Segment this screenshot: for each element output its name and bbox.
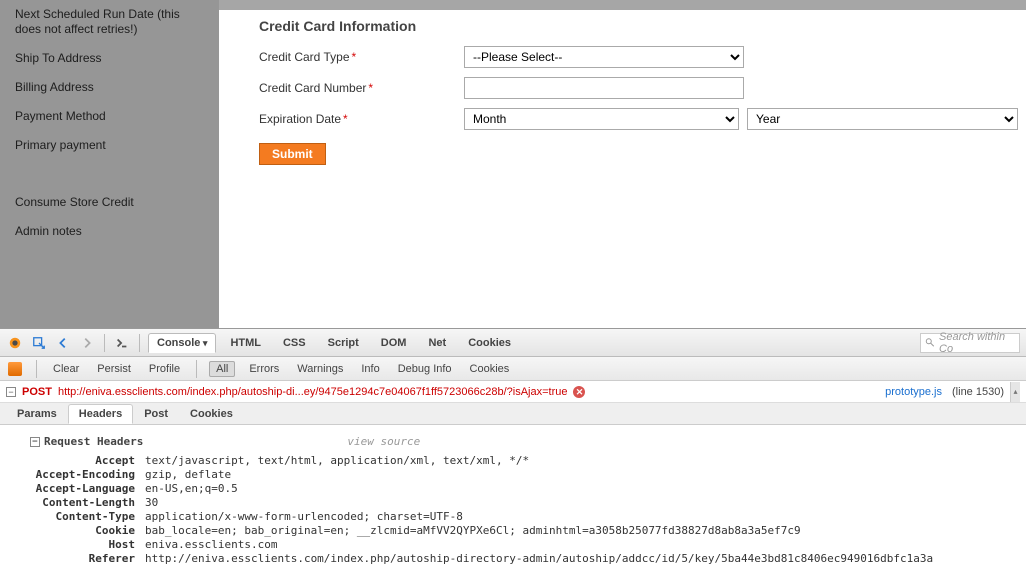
modal-dim-bar [219, 0, 1026, 10]
subtab-headers[interactable]: Headers [68, 404, 133, 424]
main-panel: Credit Card Information Credit Card Type… [219, 0, 1026, 328]
header-row: Accept-Languageen-US,en;q=0.5 [10, 482, 1016, 495]
header-key: Accept-Encoding [10, 468, 145, 481]
sidebar-item[interactable]: Ship To Address [15, 44, 209, 73]
tab-css[interactable]: CSS [275, 334, 314, 352]
header-row: Cookiebab_locale=en; bab_original=en; __… [10, 524, 1016, 537]
tab-cookies[interactable]: Cookies [460, 334, 519, 352]
firebug-icon[interactable] [6, 334, 24, 352]
scroll-up-icon[interactable]: ▴ [1010, 382, 1020, 402]
error-icon: ✕ [573, 386, 585, 398]
exp-month-select[interactable]: Month [464, 108, 739, 130]
header-key: Cookie [10, 524, 145, 537]
header-row: Content-Typeapplication/x-www-form-urlen… [10, 510, 1016, 523]
label-cc-number: Credit Card Number* [259, 81, 464, 95]
filter-cookies-button[interactable]: Cookies [466, 361, 514, 377]
subtab-params[interactable]: Params [6, 404, 68, 424]
header-value: application/x-www-form-urlencoded; chars… [145, 510, 463, 523]
tab-script[interactable]: Script [320, 334, 367, 352]
inspect-icon[interactable] [30, 334, 48, 352]
collapse-icon[interactable]: − [6, 387, 16, 397]
header-key: Accept [10, 454, 145, 467]
label-cc-type: Credit Card Type* [259, 50, 464, 64]
devtools-toolbar-main: Console HTML CSS Script DOM Net Cookies … [0, 329, 1026, 357]
filter-all-button[interactable]: All [209, 361, 235, 377]
sidebar: Next Scheduled Run Date (this does not a… [0, 0, 219, 328]
filter-info-button[interactable]: Info [357, 361, 383, 377]
sidebar-item[interactable]: Next Scheduled Run Date (this does not a… [15, 0, 209, 44]
request-subtabs: Params Headers Post Cookies [0, 403, 1026, 425]
profile-button[interactable]: Profile [145, 361, 184, 377]
header-row: Accept-Encodinggzip, deflate [10, 468, 1016, 481]
section-title: Credit Card Information [259, 18, 1026, 34]
devtools-panel: Console HTML CSS Script DOM Net Cookies … [0, 328, 1026, 588]
search-icon [925, 337, 935, 348]
header-key: Content-Type [10, 510, 145, 523]
headers-panel: − Request Headers view source Accepttext… [0, 425, 1026, 588]
cc-number-input[interactable] [464, 77, 744, 99]
header-row: Accepttext/javascript, text/html, applic… [10, 454, 1016, 467]
request-url: http://eniva.essclients.com/index.php/au… [58, 386, 568, 398]
header-value: text/javascript, text/html, application/… [145, 454, 529, 467]
cc-type-select[interactable]: --Please Select-- [464, 46, 744, 68]
break-on-error-icon[interactable] [6, 360, 24, 378]
subtab-cookies[interactable]: Cookies [179, 404, 244, 424]
filter-warnings-button[interactable]: Warnings [293, 361, 347, 377]
label-exp-date: Expiration Date* [259, 112, 464, 126]
command-line-icon[interactable] [113, 334, 131, 352]
tab-net[interactable]: Net [420, 334, 454, 352]
request-source-link[interactable]: prototype.js [885, 386, 942, 398]
header-row: Hosteniva.essclients.com [10, 538, 1016, 551]
sidebar-item[interactable]: Billing Address [15, 73, 209, 102]
header-row: Content-Length30 [10, 496, 1016, 509]
header-row: Refererhttp://eniva.essclients.com/index… [10, 552, 1016, 565]
header-value: bab_locale=en; bab_original=en; __zlcmid… [145, 524, 801, 537]
header-key: Referer [10, 552, 145, 565]
sidebar-item[interactable]: Admin notes [15, 217, 209, 246]
header-value: gzip, deflate [145, 468, 231, 481]
request-method: POST [22, 386, 52, 398]
subtab-post[interactable]: Post [133, 404, 179, 424]
view-source-link[interactable]: view source [347, 435, 420, 448]
request-line-number: (line 1530) [952, 386, 1004, 398]
devtools-toolbar-console: Clear Persist Profile All Errors Warning… [0, 357, 1026, 381]
sidebar-item[interactable]: Consume Store Credit [15, 188, 209, 217]
filter-errors-button[interactable]: Errors [245, 361, 283, 377]
header-value: http://eniva.essclients.com/index.php/au… [145, 552, 933, 565]
header-key: Accept-Language [10, 482, 145, 495]
header-value: 30 [145, 496, 158, 509]
tab-html[interactable]: HTML [222, 334, 269, 352]
console-request-row[interactable]: − POST http://eniva.essclients.com/index… [0, 381, 1026, 403]
tab-dom[interactable]: DOM [373, 334, 415, 352]
header-key: Host [10, 538, 145, 551]
sidebar-item[interactable]: Primary payment [15, 131, 209, 160]
header-value: en-US,en;q=0.5 [145, 482, 238, 495]
filter-debug-button[interactable]: Debug Info [394, 361, 456, 377]
forward-icon[interactable] [78, 334, 96, 352]
devtools-search-input[interactable]: Search within Co [920, 333, 1020, 353]
persist-button[interactable]: Persist [93, 361, 135, 377]
headers-group-title: Request Headers [44, 435, 143, 448]
submit-button[interactable]: Submit [259, 143, 326, 165]
header-key: Content-Length [10, 496, 145, 509]
sidebar-item[interactable]: Payment Method [15, 102, 209, 131]
clear-button[interactable]: Clear [49, 361, 83, 377]
header-value: eniva.essclients.com [145, 538, 277, 551]
tab-console[interactable]: Console [148, 333, 216, 353]
exp-year-select[interactable]: Year [747, 108, 1018, 130]
back-icon[interactable] [54, 334, 72, 352]
collapse-icon[interactable]: − [30, 437, 40, 447]
